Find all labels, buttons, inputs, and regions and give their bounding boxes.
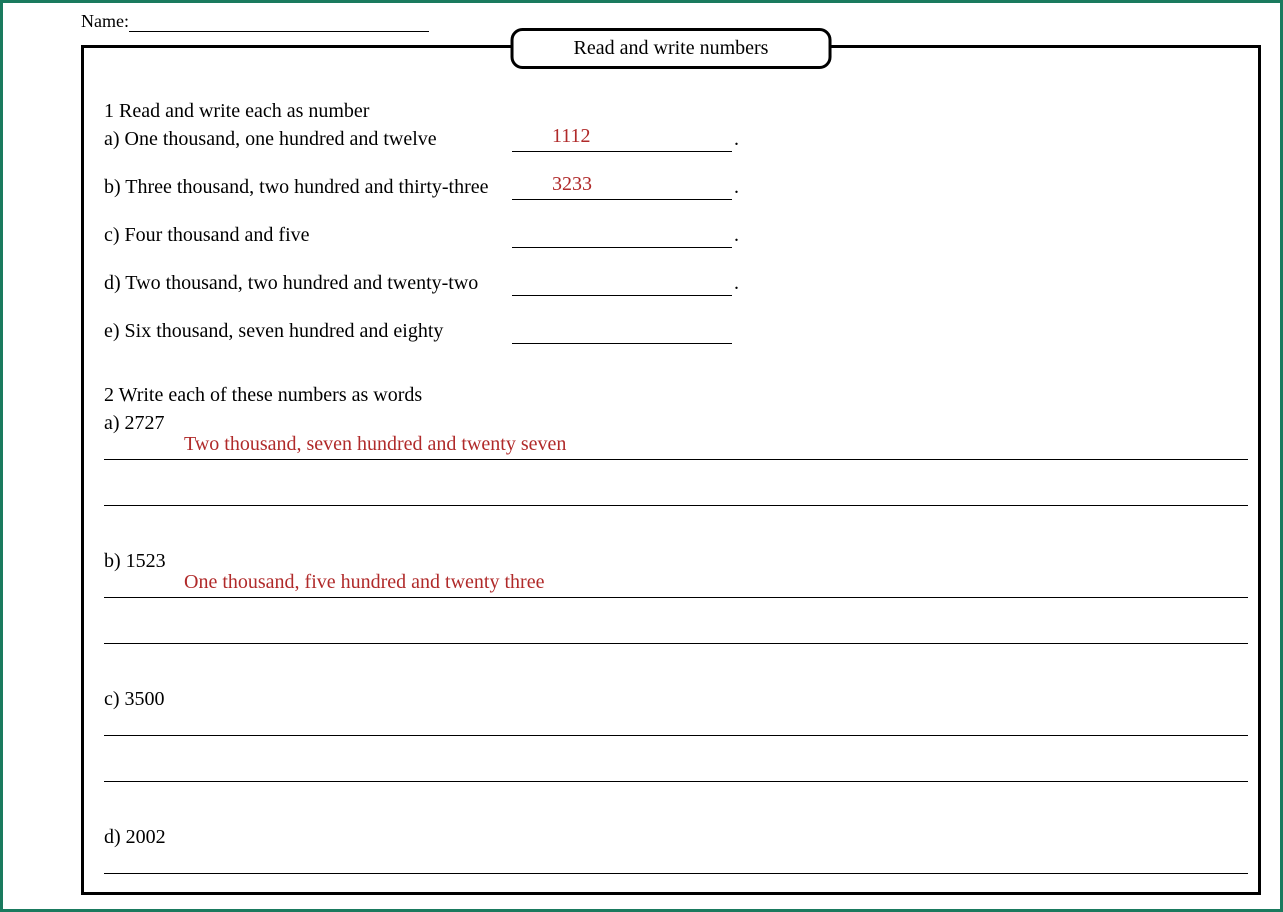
name-field: Name: [81,11,429,32]
period: . [734,126,739,152]
name-input-line[interactable] [129,18,429,32]
q2-d-label: d) 2002 [104,824,1248,850]
q2-b-answer-line-1[interactable]: One thousand, five hundred and twenty th… [104,574,1248,598]
worksheet-content: 1 Read and write each as number a) One t… [104,98,1248,912]
q1-item-b: b) Three thousand, two hundred and thirt… [104,174,1248,200]
q1-item-a: a) One thousand, one hundred and twelve … [104,126,1248,152]
q2-item-d: d) 2002 [104,824,1248,912]
period: . [734,174,739,200]
q2-section: 2 Write each of these numbers as words a… [104,382,1248,912]
q2-d-answer-line-1[interactable] [104,850,1248,874]
q1-d-label: d) Two thousand, two hundred and twenty-… [104,270,504,296]
q1-item-d: d) Two thousand, two hundred and twenty-… [104,270,1248,296]
worksheet-frame: Name: Read and write numbers 1 Read and … [0,0,1283,912]
q1-header: 1 Read and write each as number [104,98,1248,124]
q1-d-answer-blank[interactable] [512,276,732,296]
q1-item-e: e) Six thousand, seven hundred and eight… [104,318,1248,344]
q1-b-answer: 3233 [552,171,592,197]
q2-c-answer-line-1[interactable] [104,712,1248,736]
name-label: Name: [81,11,129,31]
q1-b-answer-blank[interactable]: 3233 [512,180,732,200]
q2-a-answer-line-2[interactable] [104,482,1248,506]
q1-c-label: c) Four thousand and five [104,222,504,248]
period: . [734,222,739,248]
q1-a-answer: 1112 [552,123,591,149]
q2-item-b: b) 1523 One thousand, five hundred and t… [104,548,1248,644]
worksheet-box: Read and write numbers 1 Read and write … [81,45,1261,895]
q1-b-label: b) Three thousand, two hundred and thirt… [104,174,504,200]
worksheet-title: Read and write numbers [511,28,832,69]
q2-item-c: c) 3500 [104,686,1248,782]
q2-a-answer-line-1[interactable]: Two thousand, seven hundred and twenty s… [104,436,1248,460]
q2-item-a: a) 2727 Two thousand, seven hundred and … [104,410,1248,506]
q1-e-answer-blank[interactable] [512,324,732,344]
period: . [734,270,739,296]
q2-c-label: c) 3500 [104,686,1248,712]
q2-a-answer: Two thousand, seven hundred and twenty s… [184,431,566,457]
q2-b-answer-line-2[interactable] [104,620,1248,644]
q2-header: 2 Write each of these numbers as words [104,382,1248,408]
q1-a-answer-blank[interactable]: 1112 [512,132,732,152]
q2-d-answer-line-2[interactable] [104,896,1248,912]
q1-e-label: e) Six thousand, seven hundred and eight… [104,318,504,344]
q1-a-label: a) One thousand, one hundred and twelve [104,126,504,152]
q1-item-c: c) Four thousand and five . [104,222,1248,248]
q2-b-answer: One thousand, five hundred and twenty th… [184,569,544,595]
q2-c-answer-line-2[interactable] [104,758,1248,782]
q1-c-answer-blank[interactable] [512,228,732,248]
